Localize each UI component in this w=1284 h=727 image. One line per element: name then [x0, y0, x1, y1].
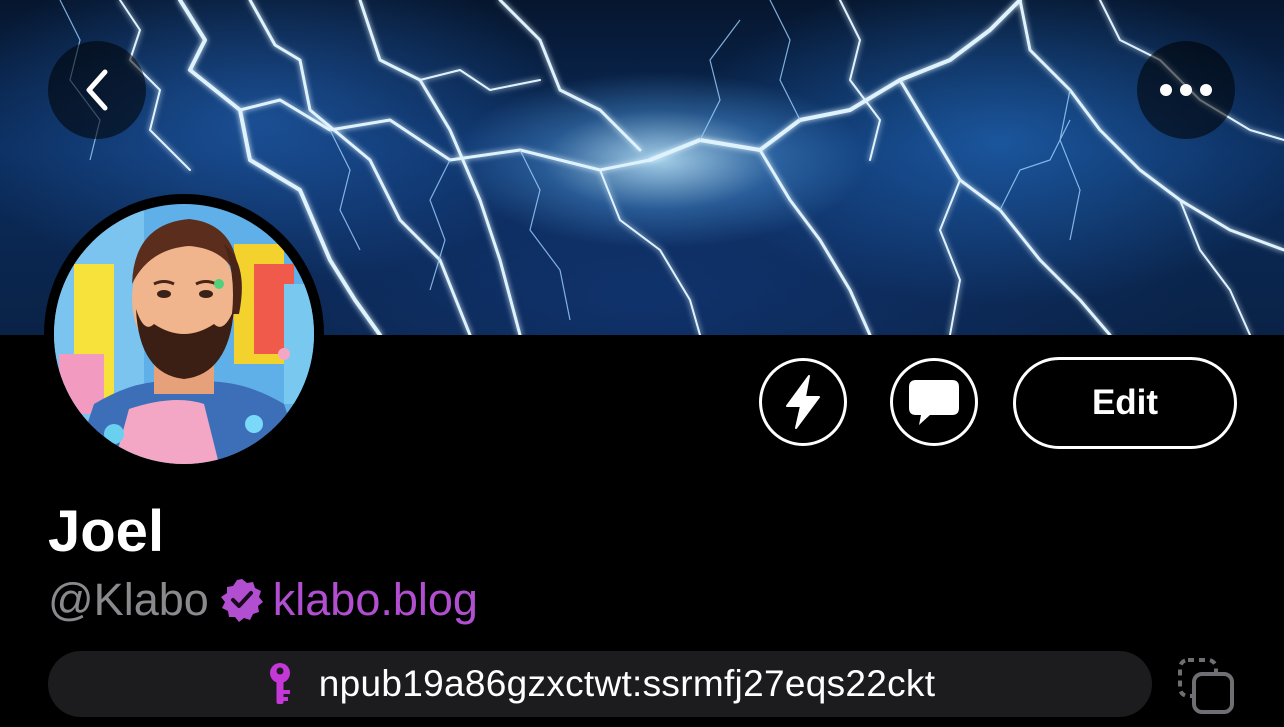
username-handle: @Klabo — [48, 574, 209, 625]
display-name: Joel — [48, 499, 165, 564]
npub-pill[interactable]: npub19a86gzxctwt:ssrmfj27eqs22ckt — [48, 651, 1152, 717]
npub-text: npub19a86gzxctwt:ssrmfj27eqs22ckt — [318, 663, 936, 704]
chat-bubble-icon — [909, 380, 959, 425]
lightning-bolt-icon — [786, 375, 820, 429]
ellipsis-icon — [1160, 84, 1212, 96]
avatar-portrait-image — [54, 204, 314, 464]
more-options-button[interactable] — [1137, 41, 1235, 139]
message-button[interactable] — [890, 358, 978, 446]
profile-screen: Edit Joel @Klabo klabo.blog npub19a86gzx… — [0, 0, 1284, 727]
edit-profile-button[interactable]: Edit — [1013, 357, 1237, 449]
zap-button[interactable] — [759, 358, 847, 446]
key-icon — [269, 663, 290, 704]
verified-badge-icon — [220, 579, 263, 622]
avatar[interactable] — [54, 204, 314, 464]
chevron-left-icon — [86, 69, 108, 111]
back-button[interactable] — [48, 41, 146, 139]
handle-row: @Klabo klabo.blog — [48, 572, 478, 628]
copy-icon — [1178, 658, 1234, 714]
nip05-link[interactable]: klabo.blog — [273, 572, 478, 628]
copy-npub-button[interactable] — [1176, 656, 1236, 716]
